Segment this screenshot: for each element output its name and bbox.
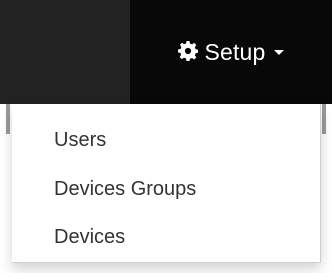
setup-dropdown-menu: Users Devices Groups Devices bbox=[12, 104, 321, 263]
page: Setup Users Devices Groups Devices bbox=[0, 0, 332, 273]
background-panel-edge-right bbox=[322, 104, 326, 134]
caret-down-icon bbox=[273, 49, 284, 55]
navbar: Setup bbox=[0, 0, 332, 104]
background-panel-edge-left bbox=[6, 104, 10, 134]
menu-item-devices[interactable]: Devices bbox=[12, 220, 320, 254]
gear-icon bbox=[178, 40, 199, 61]
navbar-empty-segment bbox=[0, 0, 130, 104]
setup-label: Setup bbox=[204, 38, 266, 65]
menu-item-users[interactable]: Users bbox=[12, 123, 320, 157]
setup-dropdown-toggle[interactable]: Setup bbox=[130, 0, 332, 104]
menu-item-devices-groups[interactable]: Devices Groups bbox=[12, 172, 320, 206]
